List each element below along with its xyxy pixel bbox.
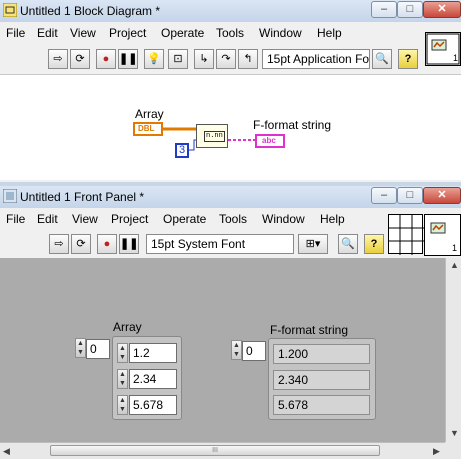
- vi-icon: 1: [430, 222, 457, 253]
- maximize-button[interactable]: □: [397, 1, 423, 18]
- vertical-scrollbar[interactable]: ▲ ▼: [445, 258, 461, 442]
- run-continuously-icon[interactable]: ⟳: [70, 49, 90, 69]
- element-spinner[interactable]: ▲ ▼: [117, 343, 128, 363]
- maximize-button[interactable]: □: [397, 187, 423, 204]
- menu-edit[interactable]: Edit: [37, 26, 58, 40]
- menu-help[interactable]: Help: [320, 212, 345, 226]
- vi-icon-connector[interactable]: 1: [425, 32, 461, 66]
- string-index-spinner[interactable]: ▲ ▼: [231, 340, 242, 360]
- menu-tools[interactable]: Tools: [216, 26, 244, 40]
- step-out-icon[interactable]: ↰: [238, 49, 258, 69]
- abort-icon[interactable]: ●: [97, 234, 117, 254]
- menu-window[interactable]: Window: [259, 26, 302, 40]
- menu-view[interactable]: View: [70, 26, 96, 40]
- labview-front-panel-icon: [3, 189, 17, 203]
- horizontal-scrollbar[interactable]: ◀ III ▶: [0, 442, 445, 459]
- menu-operate[interactable]: Operate: [161, 26, 204, 40]
- scroll-corner: [445, 442, 461, 459]
- font-select[interactable]: 15pt Application Fo: [262, 49, 370, 69]
- menu-project[interactable]: Project: [111, 212, 148, 226]
- help-icon[interactable]: ?: [398, 49, 418, 69]
- block-diagram-window: Untitled 1 Block Diagram * – □ ✕ File Ed…: [0, 0, 461, 182]
- pause-icon[interactable]: ❚❚: [119, 234, 139, 254]
- wires-layer: [163, 127, 255, 151]
- vi-icon: 1: [426, 33, 460, 65]
- pause-icon[interactable]: ❚❚: [118, 49, 138, 69]
- block-diagram-toolbar: ⇨ ⟳ ● ❚❚ 💡 ⊡ ↳ ↷ ↰ 15pt Application Fo 🔍…: [0, 32, 461, 75]
- highlight-execution-icon[interactable]: 💡: [144, 49, 164, 69]
- number-to-fractional-string-function[interactable]: n.nn: [196, 124, 228, 148]
- string-element-1: 2.340: [273, 370, 370, 390]
- scroll-right-icon[interactable]: ▶: [433, 446, 440, 457]
- help-icon[interactable]: ?: [364, 234, 384, 254]
- block-diagram-titlebar[interactable]: Untitled 1 Block Diagram * – □ ✕: [0, 0, 461, 22]
- minimize-button[interactable]: –: [371, 1, 397, 18]
- array-element-1[interactable]: 2.34: [129, 369, 177, 389]
- connector-pane[interactable]: [388, 214, 424, 255]
- close-button[interactable]: ✕: [423, 187, 461, 204]
- menu-file[interactable]: File: [6, 212, 25, 226]
- constant-3[interactable]: 3: [175, 143, 189, 158]
- align-objects-icon[interactable]: ⊞▾: [298, 234, 328, 254]
- front-panel-title: Untitled 1 Front Panel *: [20, 190, 145, 204]
- step-into-icon[interactable]: ↳: [194, 49, 214, 69]
- menu-view[interactable]: View: [72, 212, 98, 226]
- horizontal-scroll-thumb[interactable]: III: [50, 445, 380, 456]
- retain-wire-values-icon[interactable]: ⊡: [168, 49, 188, 69]
- menu-file[interactable]: File: [6, 26, 25, 40]
- abort-icon[interactable]: ●: [96, 49, 116, 69]
- array-element-2[interactable]: 5.678: [129, 395, 177, 415]
- scroll-left-icon[interactable]: ◀: [3, 446, 10, 457]
- string-element-0: 1.200: [273, 344, 370, 364]
- abc-tag: abc: [262, 136, 276, 145]
- element-spinner[interactable]: ▲ ▼: [117, 395, 128, 415]
- menu-project[interactable]: Project: [109, 26, 146, 40]
- search-icon[interactable]: 🔍: [338, 234, 358, 254]
- f-format-string-label: F-format string: [253, 118, 332, 132]
- f-format-string-label: F-format string: [270, 323, 349, 337]
- menu-tools[interactable]: Tools: [219, 212, 247, 226]
- font-select[interactable]: 15pt System Font: [146, 234, 294, 254]
- block-diagram-title: Untitled 1 Block Diagram *: [20, 4, 161, 18]
- scroll-down-icon[interactable]: ▼: [450, 428, 459, 438]
- menu-operate[interactable]: Operate: [163, 212, 206, 226]
- menu-edit[interactable]: Edit: [37, 212, 58, 226]
- vi-icon-connector[interactable]: 1: [424, 214, 461, 256]
- array-label: Array: [113, 320, 142, 334]
- block-diagram-canvas[interactable]: Array DBL n.nn 3 F-format string abc: [0, 75, 461, 180]
- string-index-field[interactable]: 0: [242, 341, 266, 361]
- array-index-field[interactable]: 0: [86, 339, 110, 359]
- front-panel-titlebar[interactable]: Untitled 1 Front Panel * – □ ✕: [0, 186, 461, 208]
- menu-window[interactable]: Window: [262, 212, 305, 226]
- step-over-icon[interactable]: ↷: [216, 49, 236, 69]
- labview-block-diagram-icon: [3, 3, 17, 17]
- block-diagram-menubar: File Edit View Project Operate Tools Win…: [0, 22, 461, 44]
- element-spinner[interactable]: ▲ ▼: [117, 369, 128, 389]
- array-element-0[interactable]: 1.2: [129, 343, 177, 363]
- menu-help[interactable]: Help: [317, 26, 342, 40]
- string-element-2: 5.678: [273, 395, 370, 415]
- vi-connector-number: 1: [452, 243, 457, 253]
- array-index-spinner[interactable]: ▲ ▼: [75, 338, 86, 358]
- constant-value: 3: [179, 144, 186, 156]
- scroll-grip: III: [212, 447, 218, 454]
- run-arrow-icon[interactable]: ⇨: [49, 234, 69, 254]
- format-glyph: n.nn: [204, 131, 225, 142]
- front-panel-canvas[interactable]: Array ▲ ▼ 0 ▲ ▼ 1.2 ▲ ▼ 2.34 ▲ ▼ 5.678 F-for…: [0, 258, 445, 442]
- search-icon[interactable]: 🔍: [372, 49, 392, 69]
- close-button[interactable]: ✕: [423, 1, 461, 18]
- string-indicator-terminal[interactable]: abc: [255, 134, 285, 148]
- int-wire: [189, 139, 196, 151]
- connector-pane-grid: [389, 215, 424, 255]
- vi-connector-number: 1: [453, 53, 458, 63]
- minimize-button[interactable]: –: [371, 187, 397, 204]
- run-arrow-icon[interactable]: ⇨: [48, 49, 68, 69]
- scroll-up-icon[interactable]: ▲: [450, 260, 459, 270]
- run-continuously-icon[interactable]: ⟳: [71, 234, 91, 254]
